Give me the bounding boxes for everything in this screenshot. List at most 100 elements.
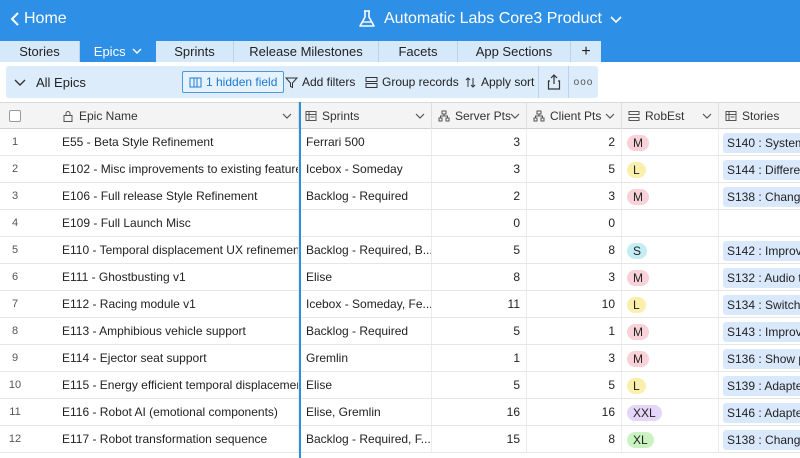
table-row[interactable]: 8 E113 - Amphibious vehicle support Backlo… [0, 318, 800, 345]
stories-cell[interactable]: S136 : Show pr [719, 345, 800, 371]
tab-release-milestones[interactable]: Release Milestones [234, 41, 379, 62]
add-table-button[interactable]: + [571, 41, 601, 62]
robest-cell[interactable]: M [622, 183, 719, 209]
epic-name-cell[interactable]: E115 - Energy efficient temporal displac… [30, 372, 299, 398]
frozen-column-divider[interactable] [299, 102, 301, 458]
table-row[interactable]: 1 E55 - Beta Style Refinement Ferrari 500 3… [0, 129, 800, 156]
client-pts-cell[interactable]: 0 [527, 210, 622, 236]
chevron-down-icon[interactable] [702, 111, 712, 121]
server-pts-cell[interactable]: 8 [432, 264, 527, 290]
share-button[interactable] [538, 66, 568, 98]
table-row[interactable]: 9 E114 - Ejector seat support Gremlin 1 3 M S1… [0, 345, 800, 372]
sprints-cell[interactable]: Elise [299, 264, 432, 290]
table-row[interactable]: 10 E115 - Energy efficient temporal displ… [0, 372, 800, 399]
table-row[interactable]: 5 E110 - Temporal displacement UX refinem… [0, 237, 800, 264]
epic-name-cell[interactable]: E111 - Ghostbusting v1 [30, 264, 299, 290]
server-pts-cell[interactable]: 0 [432, 210, 527, 236]
sprints-cell[interactable]: Icebox - Someday, Fe... [299, 291, 432, 317]
sprints-cell[interactable]: Elise, Gremlin [299, 399, 432, 425]
server-pts-cell[interactable]: 2 [432, 183, 527, 209]
story-link-chip[interactable]: S139 : Adapter [723, 375, 800, 396]
story-link-chip[interactable]: S142 : Improve [723, 240, 800, 261]
view-switcher[interactable]: All Epics [6, 66, 174, 98]
sprints-cell[interactable]: Ferrari 500 [299, 129, 432, 155]
column-header-sprints[interactable]: Sprints [299, 103, 432, 129]
client-pts-cell[interactable]: 16 [527, 399, 622, 425]
epic-name-cell[interactable]: E113 - Amphibious vehicle support [30, 318, 299, 344]
server-pts-cell[interactable]: 16 [432, 399, 527, 425]
robest-cell[interactable]: M [622, 264, 719, 290]
epic-name-cell[interactable]: E112 - Racing module v1 [30, 291, 299, 317]
tab-sprints[interactable]: Sprints [156, 41, 234, 62]
epic-name-cell[interactable]: E102 - Misc improvements to existing fea… [30, 156, 299, 182]
server-pts-cell[interactable]: 15 [432, 426, 527, 452]
story-link-chip[interactable]: S136 : Show pr [723, 348, 800, 369]
client-pts-cell[interactable]: 8 [527, 426, 622, 452]
select-all-checkbox[interactable] [9, 110, 21, 122]
add-filters-button[interactable]: Add filters [285, 66, 355, 98]
home-button[interactable]: Home [10, 10, 67, 28]
epic-name-cell[interactable]: E106 - Full release Style Refinement [30, 183, 299, 209]
chevron-down-icon[interactable] [415, 111, 425, 121]
column-header-epic-name[interactable]: Epic Name [30, 103, 299, 129]
table-row[interactable]: 3 E106 - Full release Style Refinement Bac… [0, 183, 800, 210]
server-pts-cell[interactable]: 1 [432, 345, 527, 371]
epic-name-cell[interactable]: E109 - Full Launch Misc [30, 210, 299, 236]
apply-sort-button[interactable]: Apply sort [464, 66, 534, 98]
table-row[interactable]: 2 E102 - Misc improvements to existing fe… [0, 156, 800, 183]
client-pts-cell[interactable]: 8 [527, 237, 622, 263]
client-pts-cell[interactable]: 5 [527, 156, 622, 182]
story-link-chip[interactable]: S134 : Switch b [723, 294, 800, 315]
tab-stories[interactable]: Stories [0, 41, 80, 62]
robest-cell[interactable]: M [622, 345, 719, 371]
stories-cell[interactable]: S139 : Adapter [719, 372, 800, 398]
stories-cell[interactable]: S132 : Audio to [719, 264, 800, 290]
robest-cell[interactable]: XL [622, 426, 719, 452]
client-pts-cell[interactable]: 1 [527, 318, 622, 344]
epic-name-cell[interactable]: E114 - Ejector seat support [30, 345, 299, 371]
epic-name-cell[interactable]: E110 - Temporal displacement UX refineme… [30, 237, 299, 263]
more-options-button[interactable]: ooo [568, 66, 598, 98]
column-header-robest[interactable]: RobEst [622, 103, 719, 129]
robest-cell[interactable]: L [622, 156, 719, 182]
server-pts-cell[interactable]: 5 [432, 237, 527, 263]
stories-cell[interactable]: S144 : Different [719, 156, 800, 182]
robest-cell[interactable] [622, 210, 719, 236]
client-pts-cell[interactable]: 2 [527, 129, 622, 155]
sprints-cell[interactable]: Elise [299, 372, 432, 398]
base-title-button[interactable]: Automatic Labs Core3 Product [358, 10, 622, 28]
stories-cell[interactable]: S142 : Improve [719, 237, 800, 263]
group-records-button[interactable]: Group records [365, 66, 459, 98]
client-pts-cell[interactable]: 3 [527, 183, 622, 209]
stories-cell[interactable] [719, 210, 800, 236]
story-link-chip[interactable]: S138 : Change [723, 429, 800, 450]
story-link-chip[interactable]: S140 : Systema [723, 132, 800, 153]
stories-cell[interactable]: S143 : Improve [719, 318, 800, 344]
client-pts-cell[interactable]: 3 [527, 264, 622, 290]
server-pts-cell[interactable]: 5 [432, 318, 527, 344]
epic-name-cell[interactable]: E55 - Beta Style Refinement [30, 129, 299, 155]
story-link-chip[interactable]: S143 : Improve [723, 321, 800, 342]
robest-cell[interactable]: M [622, 318, 719, 344]
chevron-down-icon[interactable] [510, 111, 520, 121]
epic-name-cell[interactable]: E117 - Robot transformation sequence [30, 426, 299, 452]
sprints-cell[interactable]: Backlog - Required, F... [299, 426, 432, 452]
table-row[interactable]: 6 E111 - Ghostbusting v1 Elise 8 3 M S132 : Au… [0, 264, 800, 291]
column-header-stories[interactable]: Stories [719, 103, 800, 129]
table-row[interactable]: 11 E116 - Robot AI (emotional components)… [0, 399, 800, 426]
stories-cell[interactable]: S140 : Systema [719, 129, 800, 155]
story-link-chip[interactable]: S138 : Change [723, 186, 800, 207]
robest-cell[interactable]: L [622, 291, 719, 317]
sprints-cell[interactable]: Gremlin [299, 345, 432, 371]
table-row[interactable]: 12 E117 - Robot transformation sequence Ba… [0, 426, 800, 453]
sprints-cell[interactable]: Backlog - Required [299, 183, 432, 209]
stories-cell[interactable]: S138 : Change [719, 426, 800, 452]
server-pts-cell[interactable]: 5 [432, 372, 527, 398]
stories-cell[interactable]: S146 : Adapter [719, 399, 800, 425]
sprints-cell[interactable]: Backlog - Required, B... [299, 237, 432, 263]
sprints-cell[interactable]: Backlog - Required [299, 318, 432, 344]
server-pts-cell[interactable]: 3 [432, 129, 527, 155]
robest-cell[interactable]: M [622, 129, 719, 155]
epic-name-cell[interactable]: E116 - Robot AI (emotional components) [30, 399, 299, 425]
client-pts-cell[interactable]: 5 [527, 372, 622, 398]
